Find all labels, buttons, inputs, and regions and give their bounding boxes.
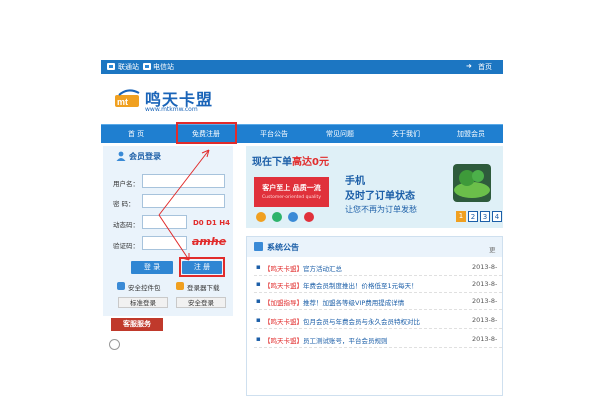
home-link[interactable]: 首页 — [478, 62, 492, 72]
announcement-date: 2013-8- — [472, 297, 498, 305]
shield-icon — [117, 282, 125, 290]
announcement-tag: 【加盟指导】 — [264, 299, 303, 307]
feature-icon — [256, 212, 266, 222]
announcement-title[interactable]: 官方活动汇总 — [303, 265, 342, 273]
nav-announcements[interactable]: 平台公告 — [241, 125, 307, 143]
feature-icon — [288, 212, 298, 222]
bullet-icon: ▪ — [256, 335, 261, 343]
banner-red-box-subtext: Customer-oriented quality — [262, 195, 321, 200]
home-arrow-icon: ➜ — [466, 62, 472, 70]
bullet-icon: ▪ — [256, 280, 261, 288]
security-plugin-link[interactable]: 安全控件包 — [128, 282, 161, 292]
announcement-title[interactable]: 包月会员与年费会员与永久会员特权对比 — [303, 318, 420, 326]
banner-page-4[interactable]: 4 — [492, 211, 502, 222]
announcement-date: 2013-8- — [472, 316, 498, 324]
banner-page-2[interactable]: 2 — [468, 211, 478, 222]
annotation-arrows — [158, 149, 210, 261]
nav-about[interactable]: 关于我们 — [373, 125, 439, 143]
announcement-row[interactable]: ▪ 【加盟指导】推荐！加盟各等级VIP费用提成详情 2013-8- — [254, 295, 502, 310]
top-bar: 联通站 电信站 ➜ 首页 — [101, 60, 503, 74]
secure-login-button[interactable]: 安全登录 — [176, 297, 226, 308]
announcement-title[interactable]: 员工测试账号，平台会员规则 — [303, 337, 388, 345]
banner-slogan: 现在下单高达0元 — [252, 153, 329, 168]
announcement-date: 2013-8- — [472, 280, 498, 288]
announcements-more-link[interactable]: 更 — [489, 244, 496, 254]
download-icon — [176, 282, 184, 290]
bullet-icon: ▪ — [256, 263, 261, 271]
banner-slogan-prefix: 现在下单 — [252, 157, 292, 168]
announcement-tag: 【鸣天卡盟】 — [264, 318, 303, 326]
announcement-icon — [254, 242, 263, 251]
logo-url: www.mtkmw.com — [145, 106, 198, 113]
clock-icon — [109, 339, 120, 350]
feature-icon — [272, 212, 282, 222]
banner-pagination: 1 2 3 4 — [456, 211, 504, 223]
site-icon — [107, 63, 115, 70]
banner-feature-icons — [254, 212, 334, 224]
bullet-icon: ▪ — [256, 297, 261, 305]
announcements-title: 系统公告 — [267, 243, 299, 252]
announcement-row[interactable]: ▪ 【鸣天卡盟】包月会员与年费会员与永久会员特权对比 2013-8- — [254, 314, 502, 329]
telecom-site-link[interactable]: 电信站 — [153, 62, 174, 72]
banner-line2: 及时了订单状态 — [345, 191, 415, 202]
banner-red-box-text: 客户至上 品质一流 — [262, 184, 321, 192]
login-tool-download-link[interactable]: 登录器下载 — [187, 282, 220, 292]
service-title: 客服服务 — [111, 318, 163, 331]
announcement-date: 2013-8- — [472, 263, 498, 271]
bullet-icon: ▪ — [256, 316, 261, 324]
banner-red-box: 客户至上 品质一流 Customer-oriented quality — [254, 177, 329, 207]
banner-badge: 高达0元 — [292, 157, 329, 168]
feature-icon — [304, 212, 314, 222]
nav-join[interactable]: 加盟会员 — [439, 125, 503, 143]
announcement-row[interactable]: ▪ 【鸣天卡盟】年费会员制度推出！价格低至1元每天！ 2013-8- — [254, 278, 502, 293]
banner-line3: 让您不再为订单发愁 — [345, 205, 417, 214]
announcement-title[interactable]: 年费会员制度推出！价格低至1元每天！ — [303, 282, 418, 290]
banner-page-1[interactable]: 1 — [456, 211, 466, 222]
svg-text:mt: mt — [117, 97, 128, 107]
announcement-tag: 【鸣天卡盟】 — [264, 282, 303, 290]
announcement-title[interactable]: 推荐！加盟各等级VIP费用提成详情 — [303, 299, 404, 307]
nav-faq[interactable]: 常见问题 — [307, 125, 373, 143]
banner-page-3[interactable]: 3 — [480, 211, 490, 222]
phone-island-image — [453, 164, 491, 202]
announcement-tag: 【鸣天卡盟】 — [264, 337, 303, 345]
announcement-row[interactable]: ▪ 【鸣天卡盟】官方活动汇总 2013-8- — [254, 261, 502, 276]
site-icon — [143, 63, 151, 70]
announcement-row[interactable]: ▪ 【鸣天卡盟】员工测试账号，平台会员规则 2013-8- — [254, 333, 502, 348]
announcement-tag: 【鸣天卡盟】 — [264, 265, 303, 273]
announcement-date: 2013-8- — [472, 335, 498, 343]
standard-login-button[interactable]: 标准登录 — [118, 297, 168, 308]
unicom-site-link[interactable]: 联通站 — [118, 62, 139, 72]
logo-icon: mt — [115, 89, 140, 107]
banner-line1: 手机 — [345, 176, 365, 187]
